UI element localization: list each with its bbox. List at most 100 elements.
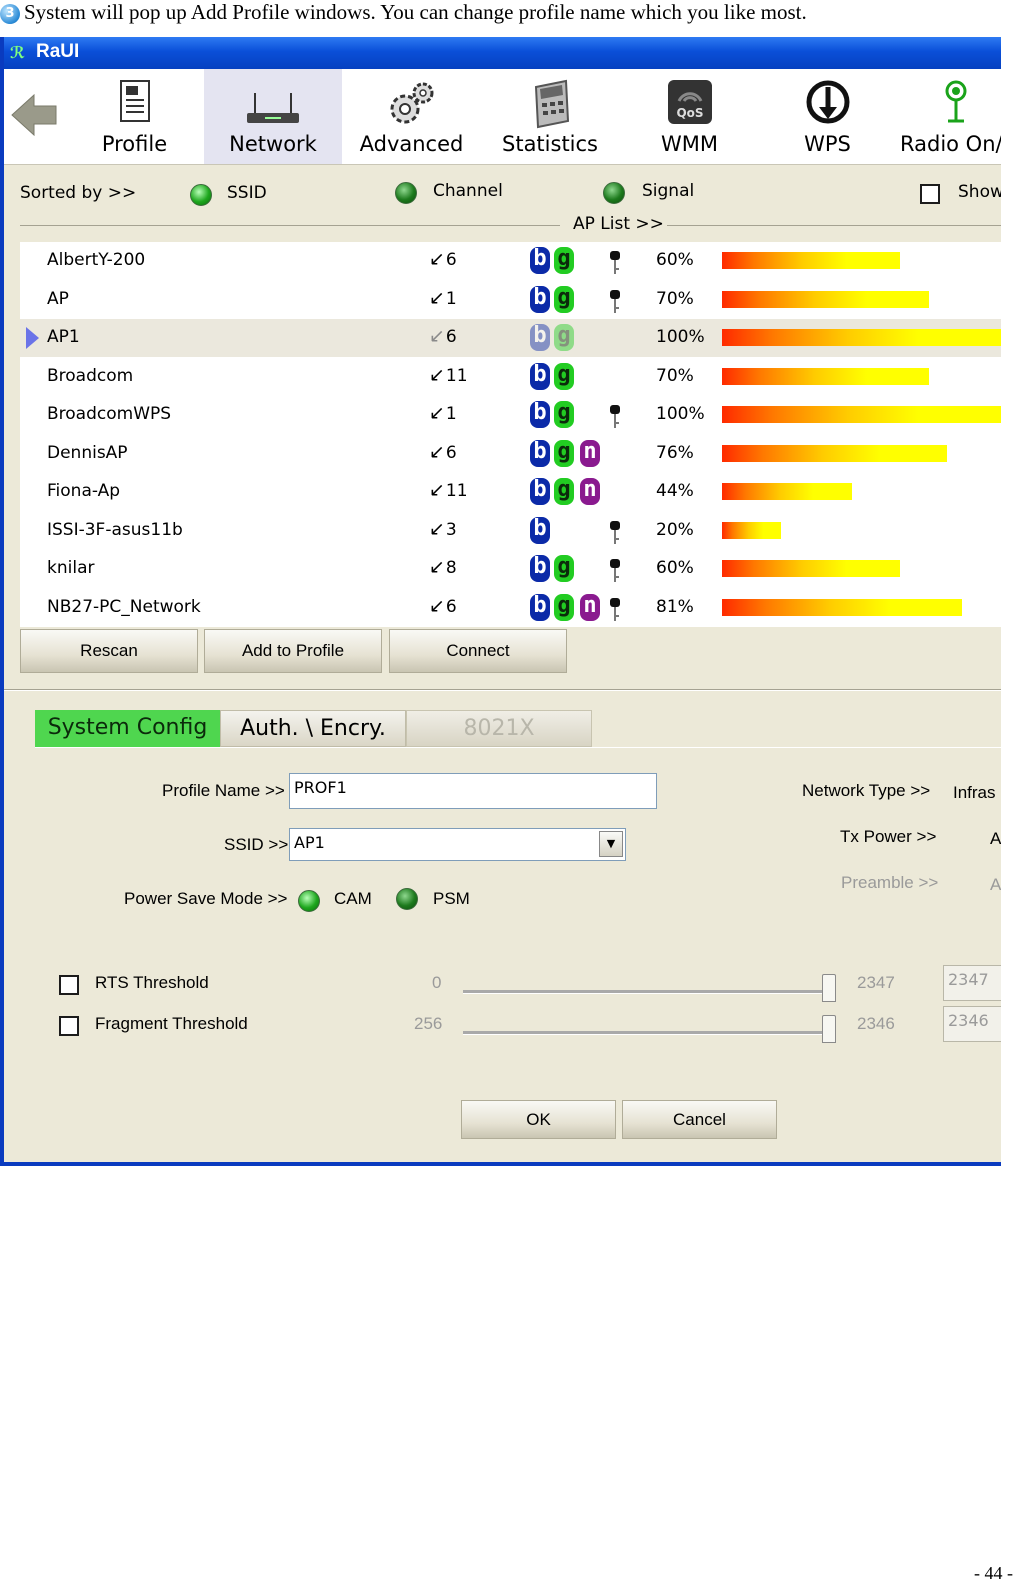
back-arrow-icon [11, 93, 57, 137]
ap-channel-value: 6 [445, 327, 457, 347]
sort-signal-radio[interactable] [603, 182, 625, 204]
ap-row[interactable]: DennisAP ↙6 b g n 76% [20, 435, 1001, 473]
profile-name-input[interactable]: PROF1 [289, 773, 657, 809]
ap-row[interactable]: Broadcom ↙11 b g 70% [20, 358, 1001, 396]
ap-row[interactable]: BroadcomWPS ↙1 b g 100% [20, 396, 1001, 434]
mode-b-icon: b [530, 555, 550, 582]
mode-b-icon: b [530, 247, 550, 274]
sort-channel-label: Channel [433, 181, 503, 201]
add-to-profile-button[interactable]: Add to Profile [204, 629, 382, 673]
rts-min-label: 0 [432, 973, 442, 992]
ap-channel: ↙6 [429, 325, 457, 347]
step-number-icon: 3 [0, 4, 20, 24]
mode-b-icon: b [530, 401, 550, 428]
ap-list-label: AP List >> [573, 214, 664, 234]
svg-text:QoS: QoS [676, 106, 703, 120]
connect-button[interactable]: Connect [389, 629, 567, 673]
ap-row[interactable]: AP1 ↙6 b g 100% [20, 319, 1001, 357]
frag-slider-thumb[interactable] [822, 1015, 836, 1043]
ap-row[interactable]: Fiona-Ap ↙11 b g n 44% [20, 473, 1001, 511]
title-bar[interactable]: ℛ RaUI [4, 37, 1001, 69]
tab-system-config[interactable]: System Config [35, 710, 220, 747]
signal-strength-bar [722, 367, 929, 385]
mode-b-icon: b [530, 362, 550, 390]
network-type-value[interactable]: Infras [953, 783, 996, 803]
toolbar-wmm[interactable]: QoS WMM [622, 69, 757, 164]
toolbar-wps[interactable]: WPS [760, 69, 895, 164]
ap-signal-percent: 100% [656, 327, 705, 347]
ap-signal-percent: 20% [656, 519, 694, 540]
mode-g-icon: g [554, 593, 574, 621]
toolbar-label: Network [229, 132, 317, 156]
frag-slider-track[interactable] [463, 1031, 825, 1035]
frag-min-label: 256 [414, 1014, 443, 1033]
ap-row[interactable]: AP ↙1 b g 70% [20, 281, 1001, 319]
toolbar-radio[interactable]: Radio On/ [894, 69, 1001, 164]
toolbar-network[interactable]: Network [204, 69, 342, 164]
tab-8021x[interactable]: 8021X [406, 710, 592, 747]
mode-g-icon: g [554, 439, 574, 467]
toolbar-label: WMM [660, 132, 718, 156]
caption-text: System will pop up Add Profile windows. … [24, 0, 807, 24]
ssid-select[interactable]: AP1 ▼ [289, 828, 626, 861]
ap-ssid: ISSI-3F-asus11b [47, 519, 183, 540]
ap-channel: ↙6 [429, 595, 457, 617]
ap-row[interactable]: ISSI-3F-asus11b ↙3 b 20% [20, 512, 1001, 550]
antenna-icon: ↙ [429, 556, 445, 578]
rts-slider-thumb[interactable] [822, 974, 836, 1002]
back-button[interactable] [4, 69, 64, 164]
rts-value-input[interactable]: 2347 [943, 965, 1001, 1001]
ap-channel-value: 11 [445, 365, 468, 386]
ap-ssid: Broadcom [47, 365, 134, 386]
lock-key-icon [610, 405, 620, 428]
ap-ssid: AP [47, 288, 69, 309]
lock-key-icon [610, 289, 620, 313]
signal-strength-bar [722, 252, 900, 269]
ap-channel-value: 1 [445, 288, 457, 309]
mode-g-icon: g [554, 362, 574, 390]
frag-value-input[interactable]: 2346 [943, 1006, 1001, 1042]
caption: 3 System will pop up Add Profile windows.… [0, 0, 807, 25]
show-checkbox[interactable] [920, 184, 940, 204]
window-title: RaUI [36, 41, 80, 62]
rescan-button[interactable]: Rescan [20, 629, 198, 673]
tab-auth-encry[interactable]: Auth. \ Encry. [220, 710, 406, 747]
sort-ssid-radio[interactable] [190, 184, 212, 206]
mode-b-icon: b [530, 516, 550, 544]
cancel-button[interactable]: Cancel [622, 1100, 777, 1139]
gears-icon [390, 82, 433, 124]
power-psm-radio[interactable] [396, 888, 418, 910]
rts-threshold-checkbox[interactable] [59, 975, 79, 995]
chevron-down-icon[interactable]: ▼ [599, 831, 623, 857]
lock-key-icon [610, 251, 620, 274]
rts-slider-track[interactable] [463, 990, 825, 994]
fragment-threshold-checkbox[interactable] [59, 1016, 79, 1036]
toolbar-advanced[interactable]: Advanced [344, 69, 479, 164]
signal-strength-bar [722, 406, 1001, 423]
mode-b-icon: b [530, 478, 550, 505]
fragment-threshold-label: Fragment Threshold [95, 1014, 248, 1033]
ap-ssid: NB27-PC_Network [47, 596, 201, 617]
antenna-icon: ↙ [429, 248, 445, 270]
frag-max-label: 2346 [857, 1014, 895, 1033]
qos-icon: QoS [667, 80, 712, 124]
ap-list: AlbertY-200 ↙6 b g 60% AP ↙1 b g 70% AP1 ↙6 b g 100% Br… [20, 242, 1001, 627]
toolbar-profile[interactable]: Profile [67, 69, 202, 164]
ap-ssid: knilar [47, 558, 95, 578]
toolbar-statistics[interactable]: Statistics [480, 69, 620, 164]
mode-b-icon: b [530, 593, 550, 621]
lock-key-icon [610, 597, 620, 621]
signal-strength-bar [722, 483, 852, 500]
toolbar-label: Profile [101, 132, 168, 156]
ap-row[interactable]: AlbertY-200 ↙6 b g 60% [20, 242, 1001, 280]
antenna-icon: ↙ [429, 325, 445, 347]
tx-power-value[interactable]: A [990, 829, 1001, 849]
ap-channel-value: 1 [445, 404, 457, 424]
power-cam-radio[interactable] [298, 890, 320, 912]
ap-row[interactable]: NB27-PC_Network ↙6 b g n 81% [20, 589, 1001, 627]
ap-row[interactable]: knilar ↙8 b g 60% [20, 550, 1001, 588]
toolbar: Profile Network Advanced Statistics QoS … [4, 69, 1001, 165]
ok-button[interactable]: OK [461, 1100, 616, 1139]
preamble-value[interactable]: A [990, 875, 1001, 895]
sort-channel-radio[interactable] [395, 182, 417, 204]
